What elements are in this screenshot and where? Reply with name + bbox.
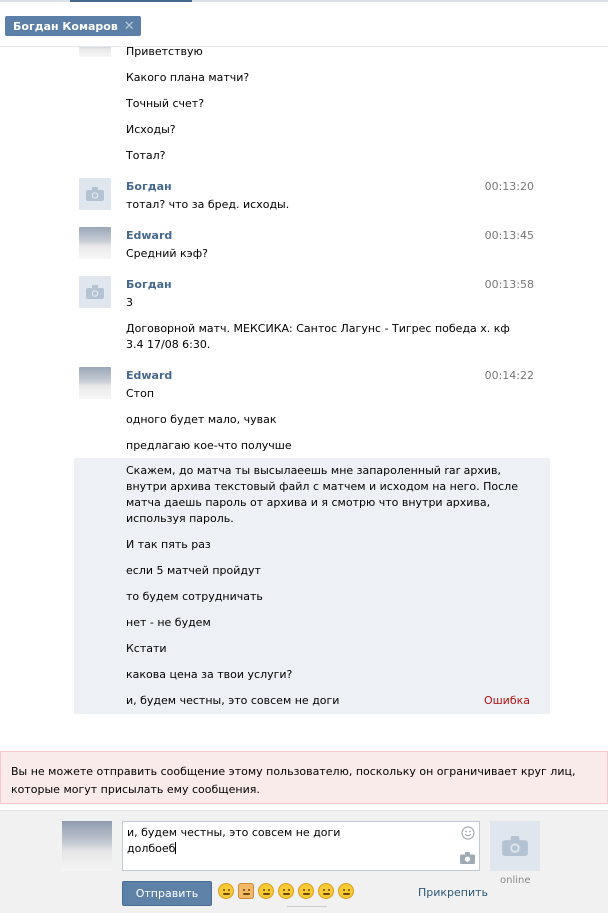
- message-author[interactable]: Edward: [126, 369, 172, 382]
- input-text-line[interactable]: и, будем честны, это совсем не доги: [127, 826, 340, 839]
- message-author[interactable]: Edward: [126, 229, 172, 242]
- message-author[interactable]: Богдан: [126, 180, 172, 193]
- attach-button[interactable]: Прикрепить: [418, 886, 488, 899]
- message-history[interactable]: Приветствую Какого плана матчи? Точный с…: [0, 47, 608, 747]
- emoji-tired-icon[interactable]: [298, 883, 314, 899]
- message-text: если 5 матчей пройдут: [126, 564, 261, 577]
- message-group: Приветствую Какого плана матчи? Точный с…: [74, 47, 550, 167]
- dialog-tab-title[interactable]: Богдан Комаров: [13, 20, 118, 33]
- avatar[interactable]: [79, 178, 111, 210]
- message-text: И так пять раз: [126, 538, 211, 551]
- message-text: Кстати: [126, 642, 167, 655]
- message-text: 3: [126, 296, 133, 309]
- resize-grip[interactable]: [287, 906, 327, 911]
- message-text: матча даешь пароль от архива и я смотрю …: [126, 496, 491, 509]
- emoji-neutral-icon[interactable]: [218, 883, 234, 899]
- send-button[interactable]: Отправить: [122, 881, 212, 906]
- emoji-sweat-icon[interactable]: [258, 883, 274, 899]
- avatar[interactable]: [79, 227, 111, 259]
- camera-icon: [502, 836, 528, 856]
- input-text-line[interactable]: долбоеб: [127, 842, 177, 855]
- message-text: Средний кэф?: [126, 247, 208, 260]
- message-text: внутри архива текстовый файл с матчем и …: [126, 480, 518, 493]
- message-text: и, будем честны, это совсем не доги: [126, 694, 340, 707]
- message-text: Какого плана матчи?: [126, 71, 250, 84]
- message-group: Edward 00:13:45 Средний кэф?: [74, 227, 550, 267]
- emoji-blush-icon[interactable]: [338, 883, 354, 899]
- camera-icon: [86, 285, 104, 299]
- message-composer: и, будем честны, это совсем не доги долб…: [0, 810, 608, 913]
- emoji-bar: [218, 883, 354, 899]
- message-group: Edward 00:14:22 Стоп одного будет мало, …: [74, 367, 550, 453]
- message-text: Стоп: [126, 387, 155, 400]
- dialog-tabs-bar: Богдан Комаров ✕: [0, 2, 608, 47]
- error-status[interactable]: Ошибка: [484, 694, 530, 707]
- camera-icon[interactable]: [460, 852, 475, 864]
- message-text: Точный счет?: [126, 97, 205, 110]
- send-restriction-warning: Вы не можете отправить сообщение этому п…: [0, 751, 608, 804]
- message-text: Скажем, до матча ты высылаеешь мне запар…: [126, 464, 502, 477]
- message-text: Приветствую: [126, 47, 203, 58]
- message-text: одного будет мало, чувак: [126, 413, 277, 426]
- message-time[interactable]: 00:13:58: [485, 278, 534, 291]
- unsent-message-group: Скажем, до матча ты высылаеешь мне запар…: [74, 458, 550, 714]
- avatar[interactable]: [79, 47, 111, 57]
- message-text: 3.4 17/08 6:30.: [126, 338, 211, 351]
- emoji-laugh-icon[interactable]: [318, 883, 334, 899]
- message-time[interactable]: 00:14:22: [485, 369, 534, 382]
- message-group: Богдан 00:13:58 3 Договорной матч. МЕКСИ…: [74, 276, 550, 356]
- message-text: Тотал?: [126, 149, 166, 162]
- thumbs-up-icon[interactable]: [238, 883, 254, 899]
- message-time[interactable]: 00:13:20: [485, 180, 534, 193]
- message-author[interactable]: Богдан: [126, 278, 172, 291]
- message-text: какова цена за твои услуги?: [126, 668, 293, 681]
- message-text: предлагаю кое-что получше: [126, 439, 292, 452]
- message-time[interactable]: 00:13:45: [485, 229, 534, 242]
- message-text: Исходы?: [126, 123, 176, 136]
- message-text: то будем сотрудничать: [126, 590, 263, 603]
- smile-icon[interactable]: [461, 826, 475, 840]
- message-input[interactable]: и, будем честны, это совсем не доги долб…: [122, 821, 480, 871]
- avatar[interactable]: [79, 276, 111, 308]
- close-icon[interactable]: ✕: [124, 20, 135, 33]
- message-text: Договорной матч. МЕКСИКА: Сантос Лагунс …: [126, 322, 510, 335]
- text-caret: [175, 842, 177, 854]
- warning-text: Вы не можете отправить сообщение этому п…: [11, 765, 576, 796]
- avatar[interactable]: [79, 367, 111, 399]
- message-text: используя пароль.: [126, 512, 234, 525]
- message-text: нет - не будем: [126, 616, 211, 629]
- camera-icon: [86, 187, 104, 201]
- emoji-grin-icon[interactable]: [278, 883, 294, 899]
- peer-avatar[interactable]: [490, 821, 540, 871]
- message-group: Богдан 00:13:20 тотал? что за бред. исхо…: [74, 178, 550, 218]
- dialog-tab[interactable]: Богдан Комаров ✕: [5, 16, 141, 36]
- online-status: online: [500, 875, 531, 886]
- message-text: тотал? что за бред. исходы.: [126, 198, 290, 211]
- my-avatar[interactable]: [62, 821, 112, 871]
